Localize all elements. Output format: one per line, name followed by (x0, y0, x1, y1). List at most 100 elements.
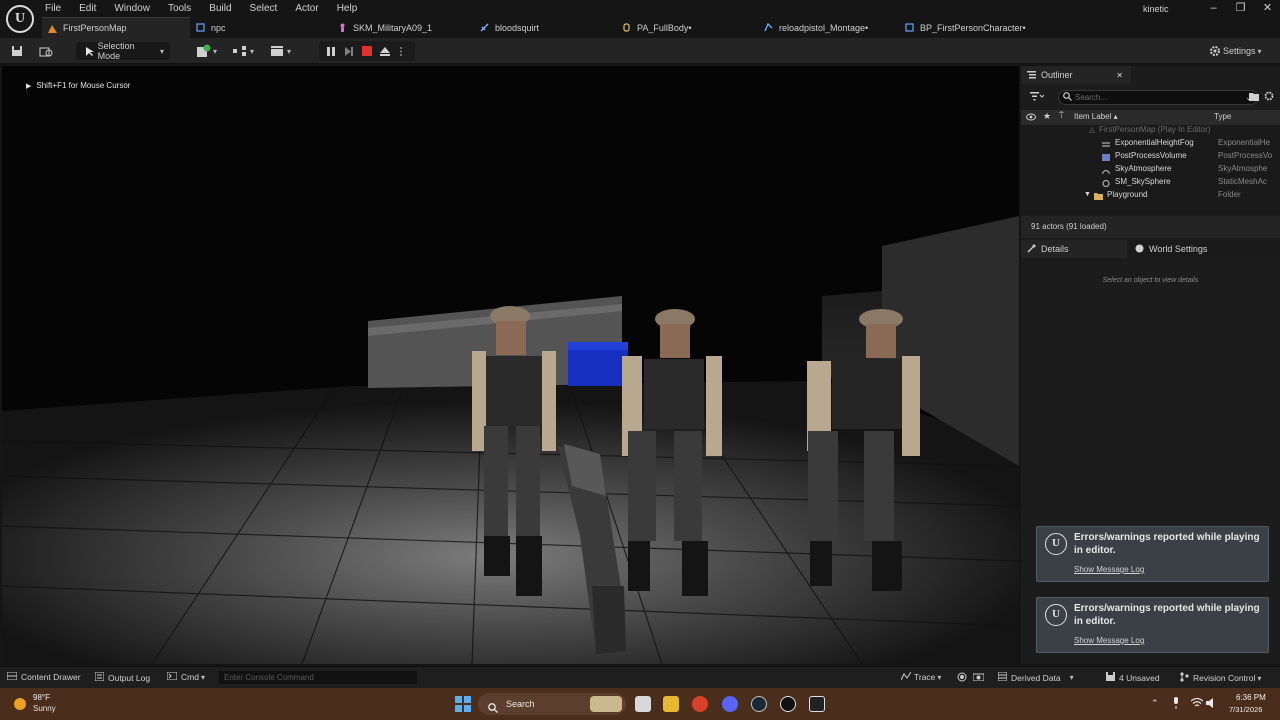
list-item[interactable]: ▼ Playground Folder (1021, 188, 1280, 201)
menu-actor[interactable]: Actor (295, 2, 318, 16)
first-person-pistol (558, 444, 626, 654)
add-actor-button[interactable]: ▾ (195, 42, 217, 60)
tab-label: FirstPersonMap (63, 23, 127, 33)
world-icon: ◬ (1089, 125, 1096, 134)
menu-bar: File Edit Window Tools Build Select Acto… (45, 2, 375, 16)
task-view-icon[interactable] (635, 696, 651, 712)
add-actor-icon (195, 43, 211, 59)
gear-icon[interactable] (1264, 91, 1274, 104)
filter-icon[interactable] (1030, 92, 1045, 104)
cinematics-button[interactable]: ▾ (269, 42, 291, 60)
microphone-icon[interactable] (1172, 697, 1180, 712)
tab-world-settings[interactable]: World Settings (1129, 240, 1280, 258)
epic-launcher-icon[interactable] (809, 696, 825, 712)
camera-button[interactable] (972, 672, 985, 683)
star-icon[interactable]: ★ (1043, 111, 1051, 122)
revision-control-dropdown[interactable]: Revision Control ▾ (1180, 672, 1261, 684)
tab-details[interactable]: Details (1021, 240, 1127, 258)
discord-icon[interactable] (722, 696, 738, 712)
close-icon[interactable]: ✕ (1254, 1, 1280, 15)
menu-build[interactable]: Build (209, 2, 231, 16)
file-explorer-icon[interactable] (663, 696, 679, 712)
steam-icon[interactable] (751, 696, 767, 712)
menu-edit[interactable]: Edit (79, 2, 96, 16)
outliner-icon (1027, 70, 1036, 81)
unreal-logo-icon[interactable]: U (6, 5, 34, 33)
skeletal-mesh-icon (338, 23, 347, 32)
tab-pa-fullbody[interactable]: PA_FullBody• (616, 17, 758, 38)
pause-icon[interactable] (323, 43, 339, 59)
unsaved-button[interactable]: 4 Unsaved (1106, 672, 1160, 683)
console-command-input[interactable]: Enter Console Command (219, 671, 417, 684)
soldier-npcs[interactable] (2, 66, 1019, 664)
menu-select[interactable]: Select (250, 2, 278, 16)
windows-start-icon[interactable] (455, 696, 471, 715)
minimize-icon[interactable]: – (1200, 1, 1227, 15)
eject-icon[interactable] (377, 43, 393, 59)
chevron-down-icon: ▾ (937, 672, 942, 682)
level-viewport[interactable]: ▶ Shift+F1 for Mouse Cursor (2, 66, 1019, 664)
list-item[interactable]: ExponentialHeightFog ExponentialHe (1021, 136, 1280, 149)
selection-mode-dropdown[interactable]: Selection Mode ▾ (76, 41, 170, 61)
content-drawer-button[interactable]: Content Drawer (6, 671, 81, 682)
cmd-dropdown[interactable]: Cmd ▾ (166, 671, 205, 682)
list-item[interactable]: PostProcessVolume PostProcessVo (1021, 149, 1280, 162)
menu-file[interactable]: File (45, 2, 61, 16)
sun-weather-icon[interactable] (13, 697, 27, 714)
tree-root-row[interactable]: ◬ FirstPersonMap (Play In Editor) (1021, 125, 1280, 136)
outliner-search-input[interactable]: Search... ⌄ (1058, 90, 1258, 105)
record-button[interactable] (957, 672, 967, 684)
save-button[interactable] (9, 42, 25, 60)
notification-text: Errors/warnings reported while playing i… (1074, 532, 1260, 556)
wifi-icon[interactable] (1190, 697, 1204, 711)
clock-time[interactable]: 6:36 PM (1236, 693, 1266, 702)
column-item-label[interactable]: Item Label ▴ (1074, 112, 1118, 121)
tab-firstpersonmap[interactable]: FirstPersonMap (42, 17, 190, 38)
list-item[interactable]: SkyAtmosphere SkyAtmosphe (1021, 162, 1280, 175)
postprocess-icon (1102, 152, 1110, 161)
frame-skip-icon[interactable] (341, 43, 357, 59)
show-message-log-link[interactable]: Show Message Log (1074, 565, 1144, 574)
record-icon (957, 672, 967, 684)
output-log-icon (94, 671, 105, 683)
tab-skm-military[interactable]: SKM_MilitaryA09_1 (332, 17, 474, 38)
trace-dropdown[interactable]: Trace ▾ (900, 671, 942, 682)
column-type[interactable]: Type (1214, 112, 1231, 121)
pin-icon[interactable]: ⍑ (1059, 111, 1064, 121)
chevron-down-icon: ▾ (213, 46, 218, 56)
more-options-icon[interactable] (393, 43, 409, 59)
add-folder-icon[interactable] (1249, 92, 1259, 104)
blueprints-button[interactable]: ▾ (232, 42, 254, 60)
camera-icon (972, 672, 985, 683)
show-message-log-link[interactable]: Show Message Log (1074, 636, 1144, 645)
chevron-up-icon[interactable]: ⌃ (1151, 698, 1159, 709)
output-log-button[interactable]: Output Log (94, 671, 150, 683)
browser-icon[interactable] (692, 696, 708, 712)
unreal-engine-taskbar-icon[interactable] (780, 696, 796, 712)
clock-date[interactable]: 7/31/2026 (1229, 705, 1262, 714)
tab-outliner[interactable]: Outliner ✕ (1021, 66, 1131, 84)
tab-bloodsquirt[interactable]: bloodsquirt (474, 17, 616, 38)
list-item[interactable]: SM_SkySphere StaticMeshAc (1021, 175, 1280, 188)
menu-tools[interactable]: Tools (168, 2, 191, 16)
stop-icon[interactable] (359, 43, 375, 59)
tab-bp-firstpersoncharacter[interactable]: BP_FirstPersonCharacter• (899, 17, 1067, 38)
blueprint-icon (196, 23, 205, 32)
menu-help[interactable]: Help (337, 2, 358, 16)
globe-icon (1135, 244, 1144, 255)
close-icon[interactable]: ✕ (1116, 71, 1123, 80)
tab-npc[interactable]: npc (190, 17, 332, 38)
chevron-down-icon: ▾ (250, 46, 255, 56)
browse-button[interactable] (38, 42, 54, 60)
menu-window[interactable]: Window (114, 2, 150, 16)
expand-arrow-icon[interactable]: ▶ (26, 83, 31, 90)
derived-data-dropdown[interactable]: Derived Data ▾ (997, 671, 1074, 683)
play-controls (319, 41, 415, 61)
settings-button[interactable]: Settings ▾ (1207, 42, 1262, 60)
restore-icon[interactable]: ❐ (1227, 1, 1254, 15)
visibility-eye-icon[interactable] (1026, 113, 1036, 123)
expand-arrow-icon[interactable]: ▼ (1084, 188, 1091, 201)
volume-icon[interactable] (1206, 698, 1218, 711)
taskbar-search[interactable]: Search (478, 693, 626, 715)
tab-reloadpistol-montage[interactable]: reloadpistol_Montage• (758, 17, 899, 38)
